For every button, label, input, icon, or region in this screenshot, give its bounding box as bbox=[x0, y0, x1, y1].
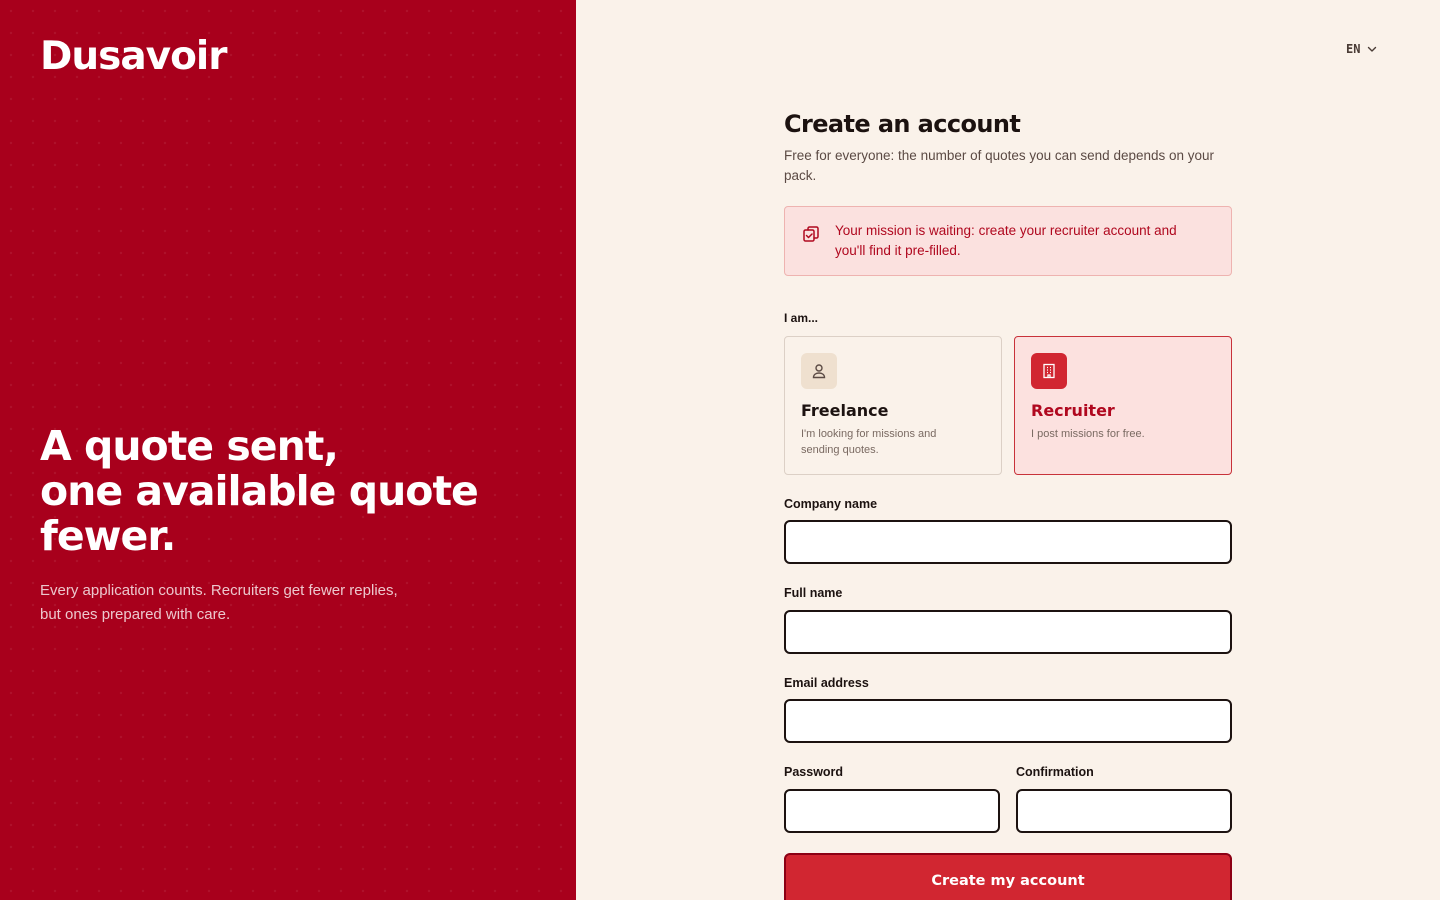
confirmation-input[interactable] bbox=[1016, 789, 1232, 833]
password-input[interactable] bbox=[784, 789, 1000, 833]
role-title-freelance: Freelance bbox=[801, 401, 889, 420]
headline-line-3: fewer. bbox=[40, 512, 176, 560]
company-name-label: Company name bbox=[784, 497, 878, 511]
role-description-freelance: I'm looking for missions and sending quo… bbox=[801, 428, 937, 456]
building-icon bbox=[1031, 353, 1067, 389]
logo-text: Dusavoir bbox=[40, 34, 227, 79]
confirmation-label: Confirmation bbox=[1016, 765, 1094, 779]
create-account-button[interactable]: Create my account bbox=[784, 853, 1232, 900]
brand-panel: Dusavoir A quote sent, one available quo… bbox=[0, 0, 576, 900]
full-name-input[interactable] bbox=[784, 610, 1232, 654]
page-subtitle: Free for everyone: the number of quotes … bbox=[784, 148, 1215, 183]
logo[interactable]: Dusavoir bbox=[40, 37, 227, 76]
language-selector[interactable]: EN bbox=[1346, 42, 1378, 56]
hero-headline: A quote sent, one available quote fewer. bbox=[40, 424, 520, 559]
password-label: Password bbox=[784, 765, 844, 779]
user-icon bbox=[801, 353, 837, 389]
hero-tagline: Every application counts. Recruiters get… bbox=[40, 582, 398, 623]
chevron-down-icon bbox=[1368, 46, 1377, 52]
page-title: Create an account bbox=[784, 110, 1021, 138]
copy-check-icon bbox=[803, 226, 819, 242]
headline-line-2: one available quote bbox=[40, 467, 479, 515]
role-label: I am... bbox=[784, 311, 819, 325]
full-name-label: Full name bbox=[784, 586, 843, 600]
email-input[interactable] bbox=[784, 699, 1232, 743]
language-label: EN bbox=[1346, 42, 1361, 56]
role-card-freelance[interactable]: Freelance I'm looking for missions and s… bbox=[784, 336, 1002, 475]
role-title-recruiter: Recruiter bbox=[1031, 401, 1115, 420]
headline-line-1: A quote sent, bbox=[40, 422, 339, 470]
mission-notice: Your mission is waiting: create your rec… bbox=[784, 206, 1232, 276]
role-card-recruiter[interactable]: Recruiter I post missions for free. bbox=[1014, 336, 1232, 475]
company-name-input[interactable] bbox=[784, 520, 1232, 564]
email-label: Email address bbox=[784, 676, 869, 690]
notice-text: Your mission is waiting: create your rec… bbox=[835, 223, 1177, 258]
role-description-recruiter: I post missions for free. bbox=[1031, 428, 1145, 440]
